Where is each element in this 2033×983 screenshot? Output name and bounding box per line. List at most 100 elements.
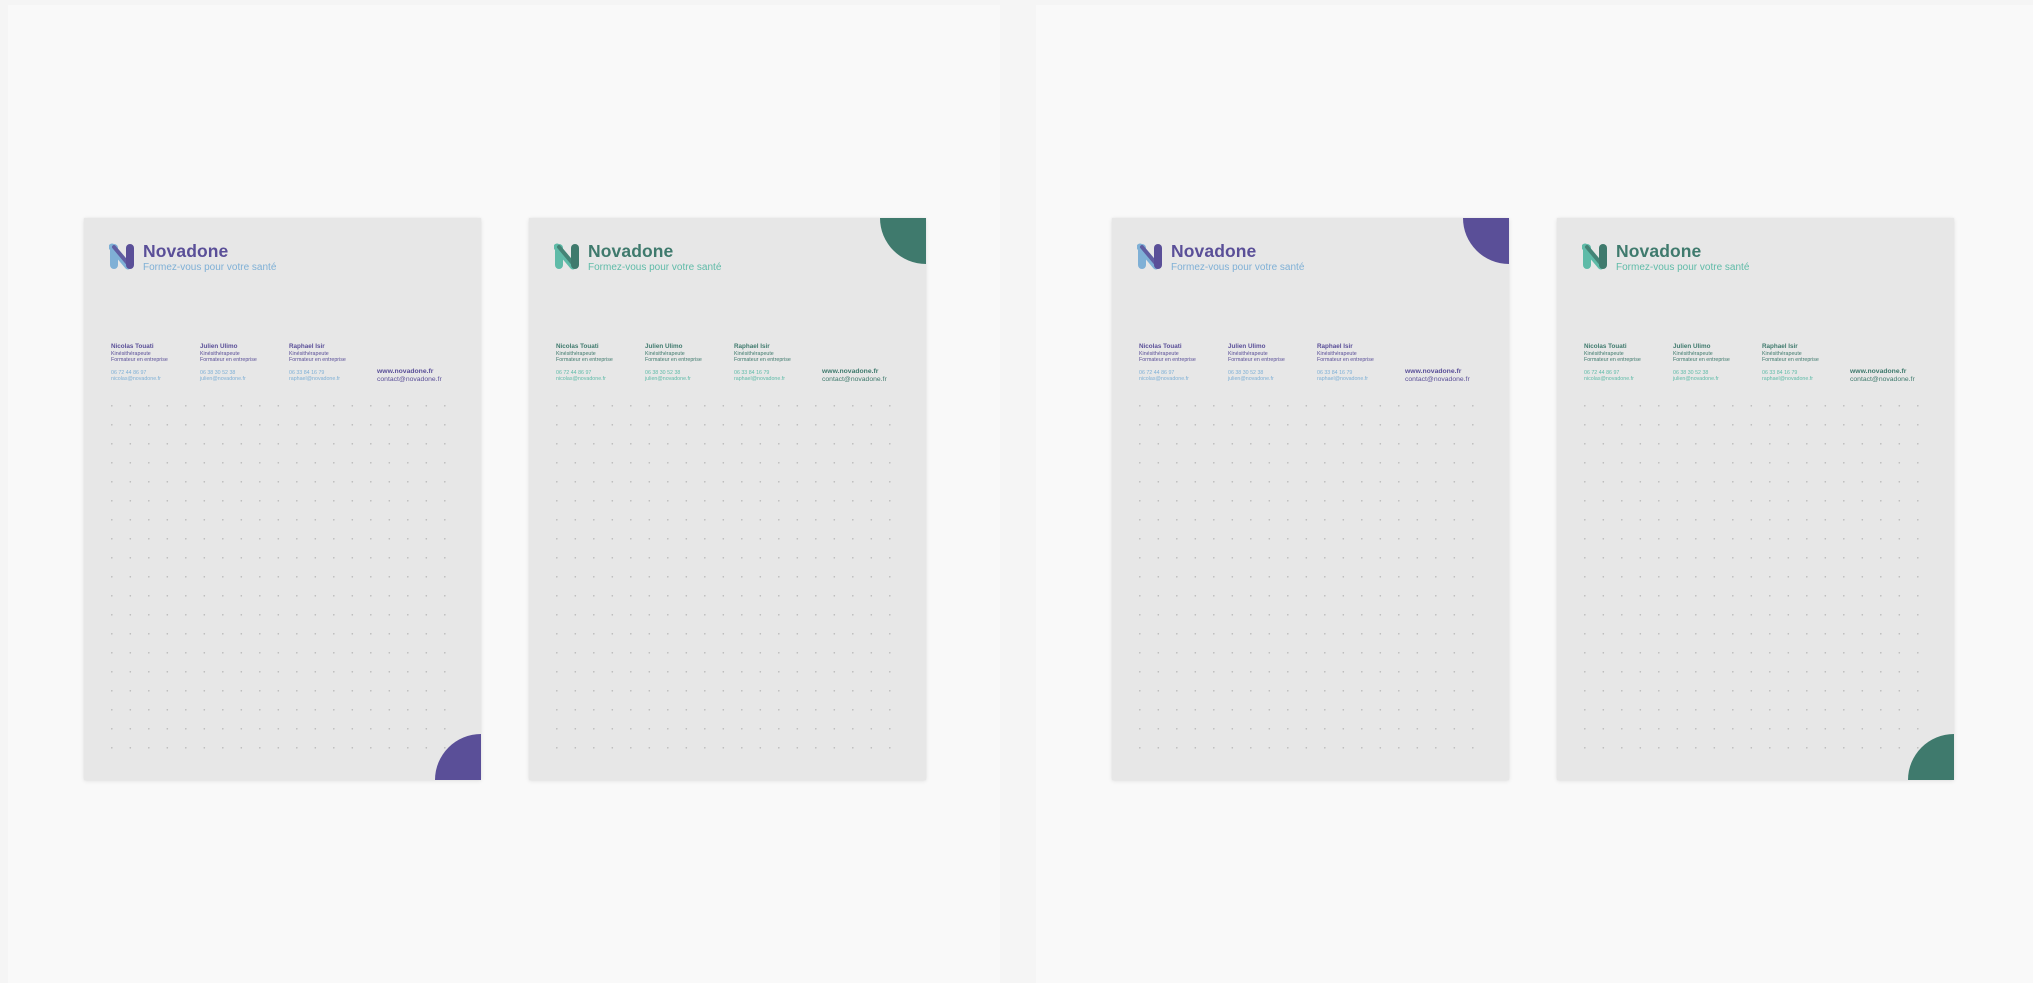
- grid-dot: [1787, 538, 1790, 540]
- grid-dot: [1769, 595, 1771, 597]
- grid-dot: [1898, 557, 1901, 559]
- grid-dot: [759, 462, 762, 464]
- grid-dot: [222, 424, 224, 426]
- grid-dot: [556, 519, 558, 521]
- grid-dot: [1324, 519, 1326, 521]
- grid-dot: [1732, 481, 1734, 483]
- contact-email: raphael@novadone.fr: [734, 376, 786, 383]
- grid-dot: [630, 747, 632, 749]
- grid-dot: [1231, 538, 1234, 540]
- grid-dot: [1861, 443, 1864, 445]
- grid-dot: [1658, 747, 1660, 749]
- grid-dot: [1361, 500, 1363, 502]
- grid-dot: [444, 462, 446, 464]
- dot-grid: [111, 405, 446, 749]
- grid-dot: [1176, 747, 1178, 749]
- grid-dot: [1268, 633, 1271, 635]
- grid-dot: [574, 652, 577, 654]
- grid-dot: [667, 595, 669, 597]
- mockup-panel-left: Novadone Formez-vous pour votre santé Nico…: [8, 5, 1000, 983]
- grid-dot: [1176, 595, 1178, 597]
- grid-dot: [667, 614, 669, 616]
- grid-dot: [1268, 424, 1271, 426]
- grid-dot: [1472, 443, 1474, 445]
- grid-dot: [444, 519, 446, 521]
- grid-dot: [704, 652, 706, 654]
- grid-dot: [277, 557, 280, 559]
- grid-dot: [1472, 690, 1474, 692]
- grid-dot: [259, 462, 261, 464]
- grid-dot: [1416, 424, 1419, 426]
- grid-dot: [1880, 747, 1882, 749]
- grid-dot: [1898, 595, 1901, 597]
- grid-dot: [1398, 747, 1400, 749]
- grid-dot: [129, 633, 132, 635]
- grid-dot: [704, 519, 706, 521]
- grid-dot: [1787, 557, 1790, 559]
- grid-dot: [685, 443, 688, 445]
- grid-dot: [1732, 671, 1734, 673]
- grid-dot: [1917, 671, 1919, 673]
- grid-dot: [1676, 652, 1679, 654]
- grid-dot: [1861, 633, 1864, 635]
- grid-dot: [333, 652, 335, 654]
- grid-dot: [593, 576, 595, 578]
- grid-dot: [185, 424, 187, 426]
- grid-dot: [1880, 424, 1882, 426]
- grid-dot: [1324, 747, 1326, 749]
- grid-dot: [1194, 500, 1197, 502]
- grid-dot: [1787, 576, 1790, 578]
- grid-dot: [1658, 405, 1660, 407]
- grid-dot: [111, 633, 113, 635]
- grid-dot: [1917, 576, 1919, 578]
- grid-dot: [222, 652, 224, 654]
- grid-dot: [1268, 500, 1271, 502]
- grid-dot: [759, 481, 762, 483]
- grid-dot: [1787, 709, 1790, 711]
- grid-dot: [630, 633, 632, 635]
- grid-dot: [870, 462, 873, 464]
- grid-dot: [370, 405, 372, 407]
- grid-dot: [741, 424, 743, 426]
- grid-dot: [1824, 671, 1827, 673]
- grid-dot: [1139, 747, 1141, 749]
- grid-dot: [1157, 462, 1160, 464]
- grid-dot: [444, 709, 446, 711]
- grid-dot: [129, 709, 132, 711]
- grid-dot: [388, 519, 391, 521]
- grid-dot: [667, 424, 669, 426]
- grid-dot: [1880, 652, 1882, 654]
- grid-dot: [314, 500, 317, 502]
- grid-dot: [203, 709, 206, 711]
- grid-dot: [1435, 500, 1437, 502]
- grid-dot: [1732, 709, 1734, 711]
- grid-dot: [111, 405, 113, 407]
- grid-dot: [630, 614, 632, 616]
- grid-dot: [1880, 728, 1882, 730]
- contact-email: raphael@novadone.fr: [1317, 376, 1369, 383]
- grid-dot: [1305, 481, 1308, 483]
- grid-dot: [1621, 519, 1623, 521]
- grid-dot: [1824, 690, 1827, 692]
- grid-dot: [741, 462, 743, 464]
- grid-dot: [741, 652, 743, 654]
- grid-dot: [1806, 557, 1808, 559]
- grid-dot: [1157, 747, 1160, 749]
- grid-dot: [1695, 538, 1697, 540]
- grid-dot: [425, 557, 428, 559]
- grid-dot: [222, 443, 224, 445]
- grid-dot: [370, 519, 372, 521]
- grid-dot: [704, 595, 706, 597]
- contact-block: Nicolas Touati Kinésithérapeute Formateur …: [556, 343, 636, 382]
- grid-dot: [1676, 671, 1679, 673]
- grid-dot: [648, 500, 651, 502]
- grid-dot: [630, 443, 632, 445]
- grid-dot: [388, 671, 391, 673]
- grid-dot: [1806, 462, 1808, 464]
- grid-dot: [166, 557, 169, 559]
- grid-dot: [1602, 728, 1605, 730]
- grid-dot: [1435, 709, 1437, 711]
- grid-dot: [425, 671, 428, 673]
- grid-dot: [1787, 519, 1790, 521]
- grid-dot: [870, 690, 873, 692]
